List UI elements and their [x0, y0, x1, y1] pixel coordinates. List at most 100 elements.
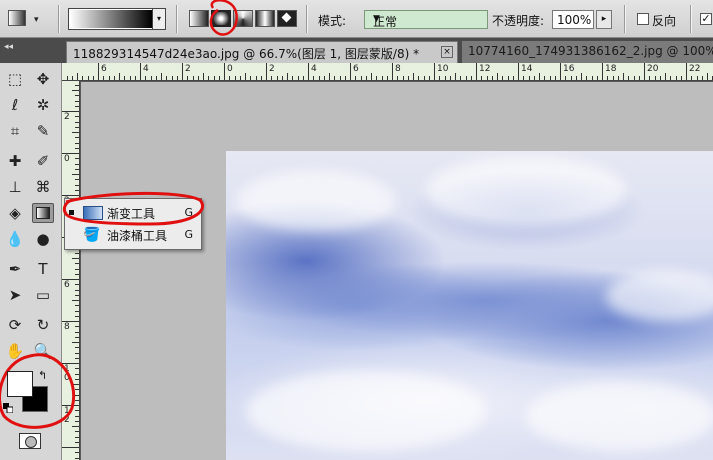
lasso-tool-icon[interactable]: ℓ	[4, 95, 26, 115]
gradient-tool-icon[interactable]	[32, 203, 54, 223]
3d-orbit-tool-icon[interactable]: ↻	[32, 315, 54, 335]
ruler-tick	[255, 76, 257, 80]
gradient-tool-flyout-menu: 渐变工具 G 🪣 油漆桶工具 G	[64, 198, 202, 250]
collapse-panel-icon[interactable]: ◂◂	[4, 42, 13, 52]
ruler-tick	[75, 95, 79, 97]
ruler-tick	[339, 76, 341, 80]
menu-item-paint-bucket-tool[interactable]: 🪣 油漆桶工具 G	[65, 224, 201, 246]
ruler-tick	[539, 73, 540, 80]
angle-gradient-icon[interactable]	[233, 10, 253, 27]
ruler-tick	[287, 73, 288, 80]
reverse-checkbox[interactable]	[637, 13, 649, 25]
ruler-label: 0	[64, 154, 70, 164]
mode-label: 模式:	[318, 14, 347, 28]
ruler-tick	[271, 76, 273, 80]
ruler-tick	[75, 452, 79, 454]
tool-preset-picker[interactable]: ▾	[8, 9, 48, 29]
menu-item-label: 渐变工具	[107, 207, 156, 221]
ruler-tick	[455, 73, 456, 80]
document-tab-bar: ◂◂ 118829314547d24e3ao.jpg @ 66.7%(图层 1,…	[0, 38, 713, 63]
ruler-tick	[533, 76, 535, 80]
divider	[306, 5, 307, 33]
history-brush-tool-icon[interactable]: ⌘	[32, 177, 54, 197]
ruler-tick	[628, 76, 630, 80]
ruler-tick	[518, 63, 519, 80]
ruler-tick	[75, 284, 79, 286]
menu-item-gradient-tool[interactable]: 渐变工具 G	[65, 202, 201, 224]
ruler-tick	[318, 76, 320, 80]
3d-rotate-tool-icon[interactable]: ⟳	[4, 315, 26, 335]
ruler-tick	[203, 73, 204, 80]
ruler-tick	[444, 76, 446, 80]
brush-tool-icon[interactable]: ✐	[32, 151, 54, 171]
hand-tool-icon[interactable]: ✋	[4, 341, 26, 361]
ruler-tick	[397, 76, 399, 80]
close-icon[interactable]: ×	[441, 46, 453, 58]
healing-brush-tool-icon[interactable]: ✚	[4, 151, 26, 171]
ruler-label: 12	[479, 64, 491, 74]
ruler-tick	[87, 76, 89, 80]
ruler-tick	[413, 73, 414, 80]
ruler-tick	[355, 76, 357, 80]
foreground-color-swatch[interactable]	[7, 371, 33, 397]
eyedropper-tool-icon[interactable]: ✎	[32, 121, 54, 141]
mode-select[interactable]: 正常 ▼	[364, 10, 488, 29]
vertical-ruler: 2024681 01 2	[62, 81, 80, 460]
linear-gradient-icon[interactable]	[189, 10, 209, 27]
gradient-picker[interactable]: ▾	[68, 8, 166, 30]
zoom-tool-icon[interactable]: 🔍	[32, 341, 54, 361]
ruler-label: 6	[64, 280, 70, 290]
clone-stamp-tool-icon[interactable]: ⊥	[4, 177, 26, 197]
swap-colors-icon[interactable]: ↰	[38, 369, 47, 382]
sky-image[interactable]	[226, 151, 713, 460]
ruler-tick	[575, 76, 577, 80]
path-selection-tool-icon[interactable]: ➤	[4, 285, 26, 305]
dither-checkbox[interactable]: ✓	[700, 13, 712, 25]
horizontal-ruler: 6 4 2 0 2 4 6 8 10 12 14 16 18 20 22	[62, 63, 713, 81]
ruler-tick	[686, 63, 687, 80]
crop-tool-icon[interactable]: ⌗	[4, 121, 26, 141]
dodge-tool-icon[interactable]: ●	[32, 229, 54, 249]
opacity-slider-button[interactable]: ▸	[596, 10, 612, 29]
eraser-tool-icon[interactable]: ◈	[4, 203, 26, 223]
ruler-tick	[82, 76, 84, 80]
blur-tool-icon[interactable]: 💧	[4, 229, 26, 249]
move-tool-icon[interactable]: ✥	[32, 69, 54, 89]
ruler-tick	[182, 63, 183, 80]
default-colors-icon[interactable]	[3, 403, 13, 413]
divider	[58, 5, 59, 33]
radial-gradient-icon[interactable]	[211, 10, 231, 27]
opacity-input[interactable]: 100%	[552, 10, 594, 29]
ruler-tick	[659, 76, 661, 80]
diamond-gradient-icon[interactable]	[277, 10, 297, 27]
divider	[690, 5, 691, 33]
chevron-down-icon[interactable]: ▾	[152, 9, 165, 29]
gradient-tool-icon	[83, 206, 103, 220]
marquee-tool-icon[interactable]: ⬚	[4, 69, 26, 89]
ruler-tick	[75, 184, 79, 186]
rectangle-tool-icon[interactable]: ▭	[32, 285, 54, 305]
ruler-tick	[103, 76, 105, 80]
ruler-tick	[334, 76, 336, 80]
quick-mask-icon[interactable]	[19, 433, 41, 449]
ruler-tick	[75, 289, 79, 291]
pen-tool-icon[interactable]: ✒	[4, 259, 26, 279]
type-tool-icon[interactable]: T	[32, 259, 54, 279]
ruler-label: 4	[311, 64, 317, 74]
tab-document-1[interactable]: 118829314547d24e3ao.jpg @ 66.7%(图层 1, 图层…	[66, 41, 458, 63]
ruler-tick	[266, 63, 267, 80]
ruler-tick	[75, 263, 79, 265]
menu-item-shortcut: G	[184, 206, 193, 219]
ruler-tick	[476, 63, 477, 80]
tab-document-2[interactable]: 10774160_174931386162_2.jpg @ 100%	[462, 41, 713, 63]
menu-item-shortcut: G	[184, 228, 193, 241]
ruler-tick	[72, 174, 79, 175]
ruler-label: 1 0	[64, 364, 70, 383]
magic-wand-tool-icon[interactable]: ✲	[32, 95, 54, 115]
ruler-tick	[449, 76, 451, 80]
ruler-tick	[72, 342, 79, 343]
ruler-tick	[113, 76, 115, 80]
ruler-tick	[502, 76, 504, 80]
opacity-label: 不透明度:	[492, 14, 545, 28]
reflected-gradient-icon[interactable]	[255, 10, 275, 27]
